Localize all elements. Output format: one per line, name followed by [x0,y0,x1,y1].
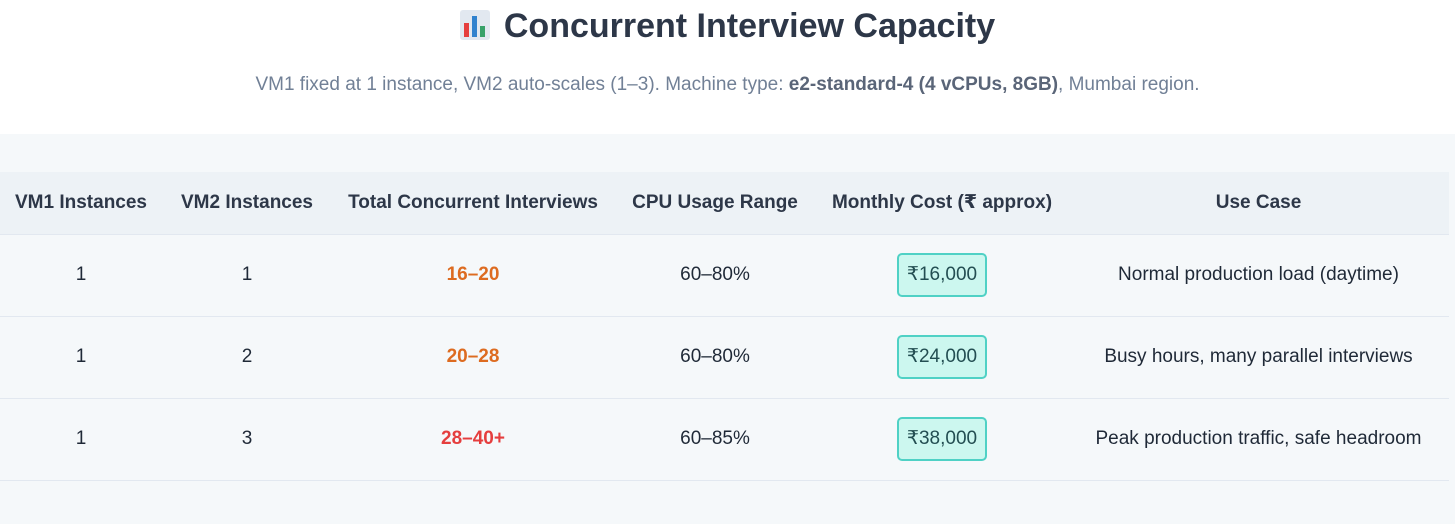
concurrent-cell: 28–40+ [332,398,614,481]
vm2-cell: 1 [162,234,332,317]
vm1-cell: 1 [0,316,162,399]
use-case-cell: Normal production load (daytime) [1068,234,1449,317]
cost-cell: ₹16,000 [816,234,1068,317]
cost-badge: ₹24,000 [896,335,988,379]
column-header-use-case: Use Case [1068,172,1449,235]
cpu-cell: 60–80% [614,316,816,399]
capacity-panel: VM1 Instances VM2 Instances Total Concur… [0,134,1455,524]
column-header-cost: Monthly Cost (₹ approx) [816,172,1068,235]
cpu-cell: 60–80% [614,234,816,317]
subtitle-text: VM1 fixed at 1 instance, VM2 auto-scales… [255,74,789,95]
vm2-cell: 3 [162,398,332,481]
vm1-cell: 1 [0,398,162,481]
table-row: 1 1 16–20 60–80% ₹16,000 Normal producti… [0,234,1449,317]
column-header-vm2: VM2 Instances [162,172,332,235]
subtitle-region: , Mumbai region. [1058,74,1200,95]
use-case-cell: Busy hours, many parallel interviews [1068,316,1449,399]
column-header-cpu: CPU Usage Range [614,172,816,235]
cost-badge: ₹16,000 [896,253,988,297]
vm1-cell: 1 [0,234,162,317]
table-header-row: VM1 Instances VM2 Instances Total Concur… [0,172,1449,235]
page-header: Concurrent Interview Capacity VM1 fixed … [0,0,1455,134]
concurrent-cell: 20–28 [332,316,614,399]
cost-badge: ₹38,000 [896,417,988,461]
cpu-cell: 60–85% [614,398,816,481]
capacity-table: VM1 Instances VM2 Instances Total Concur… [0,172,1449,481]
page-subtitle: VM1 fixed at 1 instance, VM2 auto-scales… [0,72,1455,98]
bar-chart-icon [459,10,490,40]
concurrent-cell: 16–20 [332,234,614,317]
table-row: 1 2 20–28 60–80% ₹24,000 Busy hours, man… [0,316,1449,399]
table-row: 1 3 28–40+ 60–85% ₹38,000 Peak productio… [0,398,1449,481]
column-header-vm1: VM1 Instances [0,172,162,235]
vm2-cell: 2 [162,316,332,399]
machine-type: e2-standard-4 (4 vCPUs, 8GB) [788,74,1059,95]
cost-cell: ₹38,000 [816,398,1068,481]
page-title-text: Concurrent Interview Capacity [503,7,996,45]
page-title: Concurrent Interview Capacity [0,4,1455,48]
cost-cell: ₹24,000 [816,316,1068,399]
column-header-concurrent: Total Concurrent Interviews [332,172,614,235]
use-case-cell: Peak production traffic, safe headroom [1068,398,1449,481]
